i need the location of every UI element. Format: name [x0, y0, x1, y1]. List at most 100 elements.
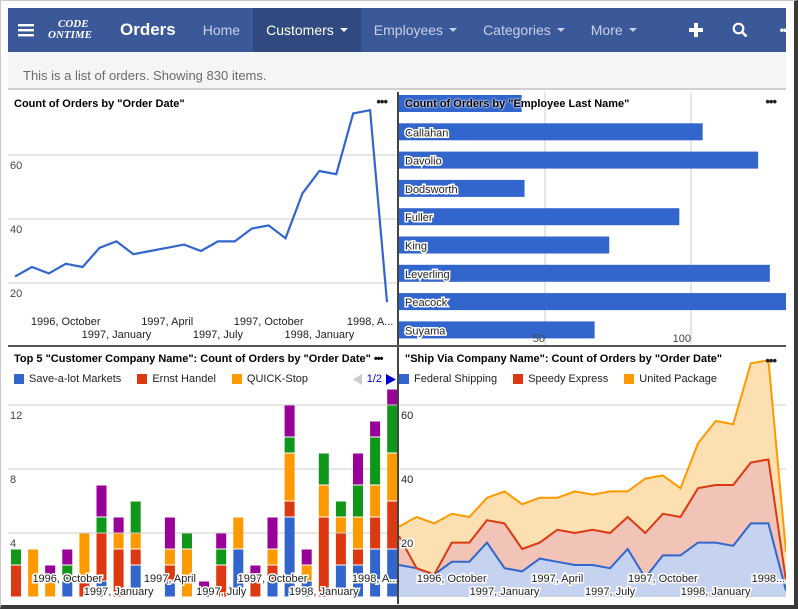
legend-label: Save-a-lot Markets — [29, 373, 122, 385]
nav-home-label: Home — [202, 22, 241, 38]
legend-swatch — [513, 374, 524, 384]
bar-peacock — [399, 293, 786, 311]
y-tick-label: 20 — [10, 288, 22, 300]
bar-label: Callahan — [405, 127, 448, 139]
y-tick-label: 60 — [401, 410, 413, 422]
bar-label: Davolio — [405, 156, 442, 168]
panel-divider-horizontal — [8, 345, 786, 347]
bar-segment — [284, 437, 295, 453]
bar-label: King — [405, 241, 427, 253]
caret-down-icon — [449, 28, 458, 32]
nav-more[interactable]: More — [578, 8, 650, 52]
bar-segment — [370, 421, 381, 437]
x-tick-label: 1998, January — [289, 586, 359, 598]
add-button[interactable] — [674, 8, 718, 52]
chart-legend: Federal Shipping Speedy Express United P… — [399, 373, 733, 385]
legend-label: United Package — [639, 373, 717, 385]
legend-label: Federal Shipping — [414, 373, 498, 385]
x-tick-label: 1996, October — [32, 573, 102, 585]
nav-more-label: More — [590, 22, 623, 38]
logo-line2: ONTIME — [48, 29, 93, 41]
x-tick-label: 1998, A... — [347, 316, 393, 328]
caret-down-icon — [556, 28, 565, 32]
top-navbar: CODE ONTIME Orders Home Customers Employ… — [8, 8, 786, 52]
chart-title-text: Top 5 "Customer Company Name": Count of … — [14, 353, 371, 365]
chart-title: Top 5 "Customer Company Name": Count of … — [14, 353, 384, 365]
x-tick-label: 1998, A... — [352, 573, 397, 585]
code-ontime-logo[interactable]: CODE ONTIME — [44, 8, 100, 52]
bar-segment — [387, 501, 397, 549]
x-tick-label: 1997, January — [82, 329, 152, 341]
legend-pager: 1/2 — [352, 373, 397, 385]
more-actions-button[interactable]: •• — [762, 8, 786, 52]
legend-label: Speedy Express — [528, 373, 609, 385]
plus-icon — [689, 23, 703, 37]
bar-segment — [318, 517, 329, 597]
chart-legend: Save-a-lot Markets Ernst Handel QUICK-St… — [14, 373, 324, 385]
bar-segment — [164, 549, 175, 565]
prev-page-icon[interactable] — [352, 373, 364, 385]
nav-home[interactable]: Home — [190, 8, 253, 52]
x-tick-label: 1998, January — [285, 329, 355, 341]
y-tick-label: 20 — [401, 538, 413, 550]
ellipsis-icon: •• — [779, 23, 786, 37]
x-tick-label: 1997, April — [144, 573, 196, 585]
bar-segment — [335, 533, 346, 565]
legend-item[interactable]: QUICK-Stop — [231, 373, 308, 385]
x-tick-label: 1997, January — [470, 586, 540, 598]
panel-divider-vertical — [397, 92, 399, 604]
bar-segment — [335, 517, 346, 533]
legend-item[interactable]: Federal Shipping — [399, 373, 497, 385]
chart-panel-orders-by-employee: Count of Orders by "Employee Last Name" … — [399, 92, 786, 345]
hamburger-menu-button[interactable] — [8, 8, 44, 52]
y-tick-label: 60 — [10, 160, 22, 172]
bar-segment — [130, 549, 141, 565]
y-tick-label: 40 — [401, 474, 413, 486]
legend-swatch — [399, 374, 409, 384]
chart-panel-top5-customers: Top 5 "Customer Company Name": Count of … — [8, 347, 397, 604]
bar-segment — [130, 533, 141, 549]
bar-segment — [216, 549, 227, 565]
x-tick-label: 1997, January — [84, 586, 154, 598]
bar-label: Fuller — [405, 212, 433, 224]
bar-segment — [387, 405, 397, 453]
legend-swatch — [624, 374, 635, 384]
bar-segment — [353, 549, 363, 565]
legend-item[interactable]: United Package — [624, 373, 717, 385]
caret-down-icon — [628, 28, 637, 32]
hamburger-icon — [18, 24, 34, 37]
legend-item[interactable]: Save-a-lot Markets — [14, 373, 121, 385]
legend-swatch — [137, 374, 148, 384]
bar-segment — [267, 517, 278, 549]
nav-customers[interactable]: Customers — [253, 8, 361, 52]
legend-label: Ernst Handel — [152, 373, 216, 385]
x-tick-label: 1997, April — [141, 316, 193, 328]
chart-menu-button[interactable]: ••• — [765, 353, 777, 368]
legend-page-indicator: 1/2 — [366, 373, 382, 385]
legend-swatch — [14, 374, 24, 384]
bar-segment — [301, 549, 312, 565]
app-title[interactable]: Orders — [100, 8, 190, 52]
next-page-icon[interactable] — [385, 373, 397, 385]
chart-menu-button[interactable]: ••• — [765, 94, 777, 109]
x-tick-label: 1997, October — [234, 316, 304, 328]
legend-item[interactable]: Speedy Express — [513, 373, 608, 385]
line-series-order-count — [14, 108, 389, 303]
chart-menu-button[interactable]: ••• — [376, 94, 388, 109]
chart-menu-button[interactable]: ••• — [374, 353, 384, 365]
y-tick-label: 12 — [10, 410, 22, 422]
y-tick-label: 8 — [10, 474, 16, 486]
bar-label: Peacock — [405, 297, 448, 309]
bar-segment — [267, 549, 278, 565]
nav-employees[interactable]: Employees — [361, 8, 470, 52]
nav-categories[interactable]: Categories — [470, 8, 578, 52]
nav-employees-label: Employees — [373, 22, 444, 38]
stacked-bar-chart: 48121996, October1996, October 1997, Apri… — [8, 389, 397, 600]
chart-title: "Ship Via Company Name": Count of Orders… — [405, 353, 723, 365]
search-button[interactable] — [718, 8, 762, 52]
legend-item[interactable]: Ernst Handel — [137, 373, 216, 385]
bar-segment — [284, 501, 295, 517]
bar-segment — [353, 453, 363, 485]
bar-chart: CallahanCallahanDavolioDavolioDodsworthD… — [399, 92, 786, 345]
bar-segment — [233, 517, 244, 549]
